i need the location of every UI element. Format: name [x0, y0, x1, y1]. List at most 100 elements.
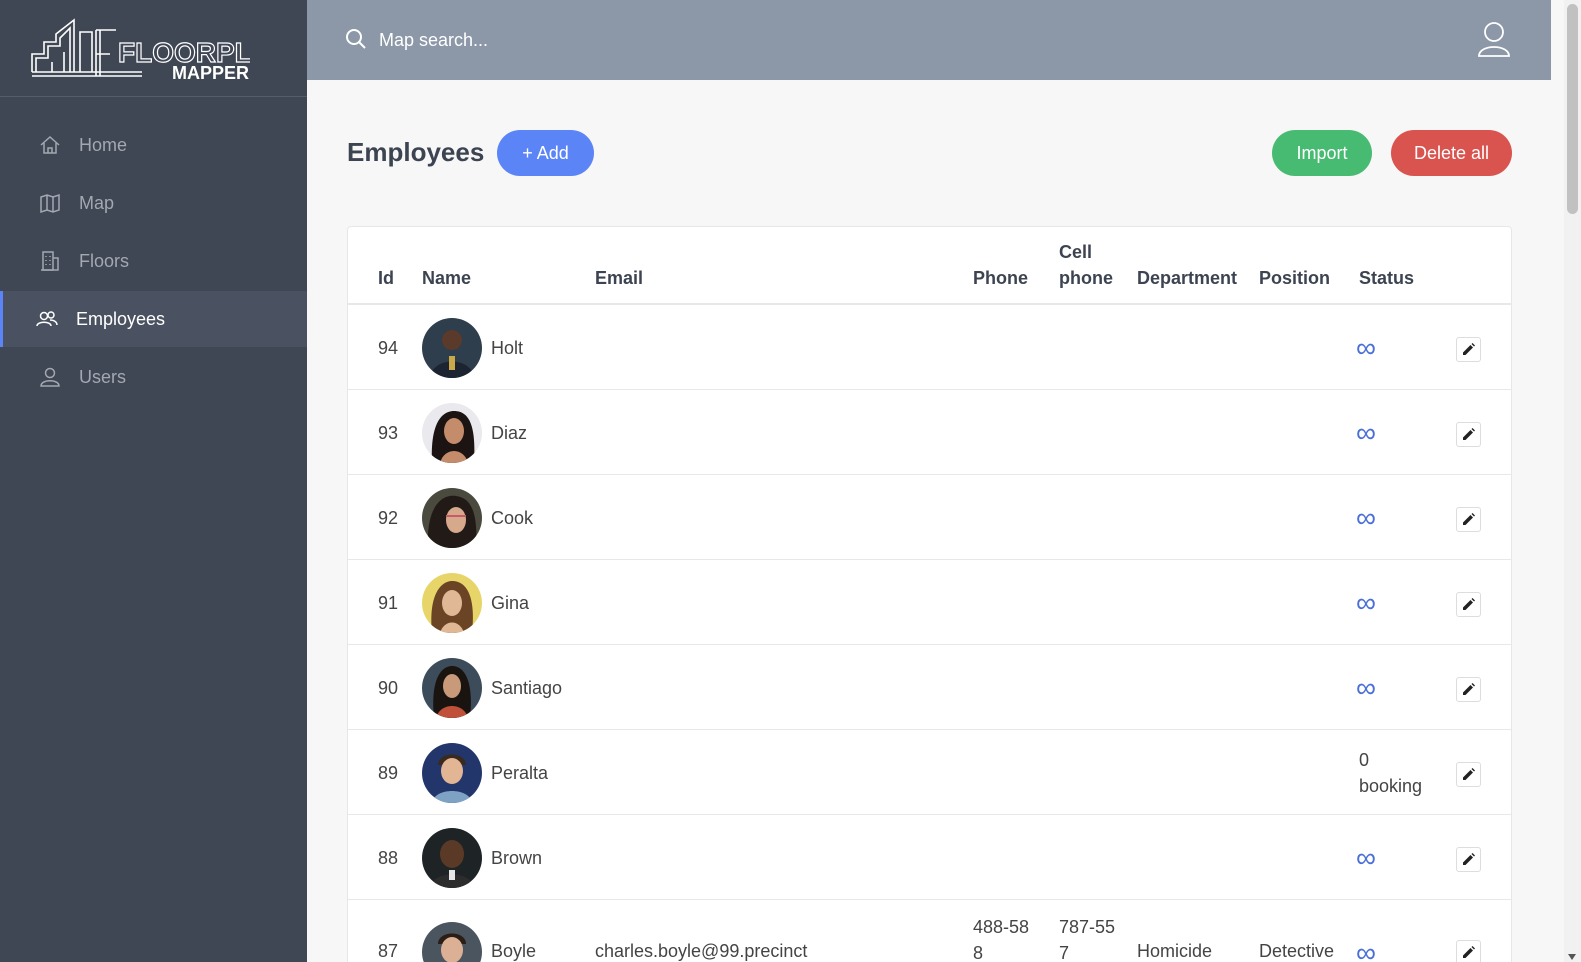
employee-name: Holt — [491, 338, 524, 358]
table-row[interactable]: 94 Holt ∞ — [348, 305, 1511, 390]
table-row[interactable]: 93 Diaz ∞ — [348, 390, 1511, 475]
edit-button[interactable] — [1456, 592, 1481, 617]
employees-table: Id Name Email Phone Cell phone Departmen… — [347, 226, 1512, 962]
pencil-icon — [1463, 683, 1475, 695]
status-infinity: ∞ — [1356, 937, 1376, 962]
sidebar-item-home[interactable]: Home — [0, 117, 307, 173]
pencil-icon — [1463, 598, 1475, 610]
logo-line2: MAPPER — [172, 63, 249, 82]
add-employee-button[interactable]: + Add — [497, 130, 594, 176]
employee-name: Gina — [491, 593, 530, 613]
sidebar-item-users[interactable]: Users — [0, 349, 307, 405]
sidebar-item-label: Home — [79, 134, 128, 155]
floorplan-mapper-logo: FLOORPLAN MAPPER — [31, 18, 250, 82]
home-icon — [39, 134, 61, 156]
edit-button[interactable] — [1456, 337, 1481, 362]
avatar — [422, 743, 482, 803]
employee-id: 90 — [378, 678, 399, 698]
table-row[interactable]: 90 Santiago ∞ — [348, 645, 1511, 730]
employee-phone: 488-588 — [973, 917, 1030, 962]
table-row[interactable]: 89 Peralta 0 booking — [348, 730, 1511, 815]
table-row[interactable]: 88 Brown ∞ — [348, 815, 1511, 900]
employee-email: charles.boyle@99.precinct — [595, 941, 808, 961]
sidebar-item-label: Floors — [79, 250, 130, 271]
account-icon[interactable] — [1477, 20, 1511, 63]
edit-button[interactable] — [1456, 940, 1481, 962]
employee-id: 87 — [378, 941, 399, 961]
sidebar-item-employees[interactable]: Employees — [0, 291, 307, 347]
pencil-icon — [1463, 428, 1475, 440]
pencil-icon — [1463, 946, 1475, 958]
scroll-down-arrow[interactable] — [1568, 954, 1576, 960]
edit-button[interactable] — [1456, 422, 1481, 447]
pencil-icon — [1463, 853, 1475, 865]
sidebar-nav: Home Map Floors Employees Users — [0, 117, 307, 405]
status-infinity: ∞ — [1356, 502, 1376, 533]
employee-id: 92 — [378, 508, 399, 528]
employee-name: Boyle — [491, 941, 537, 961]
employee-id: 89 — [378, 763, 399, 783]
pencil-icon — [1463, 343, 1475, 355]
people-icon — [36, 308, 58, 330]
column-header-phone[interactable]: Phone — [973, 265, 1028, 291]
column-header-cell-line1: Cell — [1059, 242, 1093, 262]
column-header-email[interactable]: Email — [595, 265, 643, 291]
employee-id: 93 — [378, 423, 399, 443]
logo[interactable]: FLOORPLAN MAPPER — [0, 0, 307, 97]
building-icon — [39, 250, 61, 272]
search-icon[interactable] — [344, 27, 368, 56]
map-search-input[interactable] — [379, 24, 779, 56]
avatar — [422, 573, 482, 633]
sidebar-item-map[interactable]: Map — [0, 175, 307, 231]
scrollbar[interactable] — [1564, 0, 1581, 962]
sidebar-item-label: Map — [79, 192, 115, 213]
status-infinity: ∞ — [1356, 587, 1376, 618]
column-header-department[interactable]: Department — [1137, 265, 1237, 291]
table-row[interactable]: 91 Gina ∞ — [348, 560, 1511, 645]
column-header-status[interactable]: Status — [1359, 265, 1414, 291]
column-header-id[interactable]: Id — [378, 265, 394, 291]
status-infinity: ∞ — [1356, 842, 1376, 873]
employee-name: Brown — [491, 848, 543, 868]
user-icon — [39, 366, 61, 388]
avatar — [422, 403, 482, 463]
table-row[interactable]: 87 Boyle charles.boyle@99.precinct 488-5… — [348, 900, 1511, 962]
status-booking-label: booking — [1359, 776, 1423, 796]
employee-name: Peralta — [491, 763, 549, 783]
edit-button[interactable] — [1456, 677, 1481, 702]
employee-name: Cook — [491, 508, 534, 528]
column-header-cell-phone[interactable]: Cell phone — [1059, 239, 1113, 291]
table-header: Id Name Email Phone Cell phone Departmen… — [348, 227, 1511, 305]
status-booking-count: 0 — [1359, 750, 1370, 770]
column-header-cell-line2: phone — [1059, 268, 1113, 288]
column-header-position[interactable]: Position — [1259, 265, 1330, 291]
status-infinity: ∞ — [1356, 417, 1376, 448]
employee-cell-phone: 787-557 — [1059, 917, 1116, 962]
import-button[interactable]: Import — [1272, 130, 1372, 176]
scrollbar-thumb[interactable] — [1567, 4, 1578, 214]
table-row[interactable]: 92 Cook ∞ — [348, 475, 1511, 560]
delete-all-button[interactable]: Delete all — [1391, 130, 1512, 176]
employee-id: 94 — [378, 338, 399, 358]
main-content: Employees + Add Import Delete all Id Nam… — [307, 80, 1551, 962]
avatar — [422, 922, 482, 962]
sidebar: FLOORPLAN MAPPER Home Map Floors — [0, 0, 307, 962]
avatar — [422, 318, 482, 378]
avatar — [422, 828, 482, 888]
pencil-icon — [1463, 513, 1475, 525]
map-icon — [39, 192, 61, 214]
avatar — [422, 488, 482, 548]
edit-button[interactable] — [1456, 762, 1481, 787]
edit-button[interactable] — [1456, 847, 1481, 872]
top-header — [307, 0, 1551, 80]
status-infinity: ∞ — [1356, 672, 1376, 703]
edit-button[interactable] — [1456, 507, 1481, 532]
status-infinity: ∞ — [1356, 332, 1376, 363]
employee-name: Diaz — [491, 423, 528, 443]
column-header-name[interactable]: Name — [422, 265, 471, 291]
sidebar-item-floors[interactable]: Floors — [0, 233, 307, 289]
page-title: Employees — [347, 137, 485, 167]
avatar — [422, 658, 482, 718]
employee-position: Detective — [1259, 941, 1335, 961]
employee-department: Homicide — [1137, 941, 1213, 961]
